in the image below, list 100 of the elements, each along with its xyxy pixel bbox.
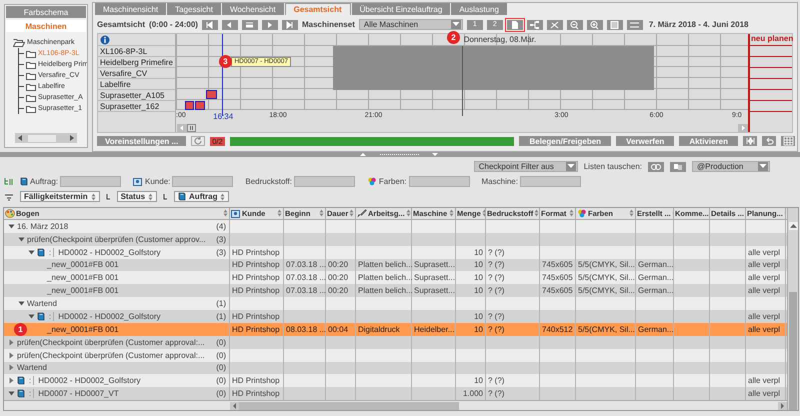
square-icon	[609, 20, 620, 30]
first-page-icon	[204, 20, 216, 30]
first-page-button[interactable]	[202, 20, 218, 30]
list-swap-icon	[672, 162, 684, 172]
checkpoint-filter-dropdown[interactable]: Checkpoint Filter aus	[474, 161, 578, 172]
document-button[interactable]	[506, 20, 523, 30]
profile-dropdown[interactable]: @Production	[692, 161, 770, 172]
field-label: Kunde:	[145, 177, 170, 186]
sort-icon	[569, 209, 574, 218]
sort-key-button[interactable]: Fälligkeitstermin	[20, 191, 100, 202]
row-label: _new_0001#FB 001	[47, 273, 120, 282]
machine-set-dropdown[interactable]: Alle Maschinen	[358, 19, 463, 30]
grid-button[interactable]	[781, 136, 795, 146]
row-label: Wartend	[17, 363, 48, 372]
refresh-button[interactable]	[191, 136, 206, 146]
palette-icon	[5, 208, 15, 218]
row-label: _new_0001#FB 001	[47, 260, 120, 270]
machine-name: Suprasetter_162	[98, 101, 175, 112]
machine-name: Suprasetter_A105	[98, 90, 175, 101]
field-label: Maschine:	[482, 177, 518, 186]
row-label: _new_0001#FB 001	[47, 324, 120, 334]
book-icon	[17, 376, 25, 386]
row-label: prüfen(Checkpoint überprüfen (Customer approval:...	[17, 338, 206, 347]
day-boundary-line	[462, 46, 463, 116]
expand-caret-icon[interactable]	[8, 377, 15, 384]
last-page-icon	[284, 20, 296, 30]
zoom-in-button[interactable]	[586, 20, 603, 30]
filter-input-field[interactable]	[520, 176, 581, 187]
separator-mark: :	[27, 389, 34, 398]
dropdown-caret-icon	[566, 162, 576, 171]
previous-button[interactable]	[222, 20, 238, 30]
row-label: HD0007 - HD0007_VT	[37, 389, 120, 398]
network-button[interactable]	[526, 20, 543, 30]
zoom-out-button[interactable]	[566, 20, 583, 30]
sort-icon	[349, 209, 354, 218]
scroll-left-icon[interactable]	[177, 124, 187, 132]
grid-icon	[782, 136, 794, 146]
scroll-right-icon	[778, 402, 787, 410]
sort-icon	[319, 209, 324, 218]
job-block[interactable]	[184, 100, 194, 110]
time-range-label: (0:00 - 24:00)	[149, 20, 198, 29]
row-label: 16. März 2018	[17, 222, 70, 231]
refresh-icon	[193, 136, 204, 146]
splitter-handle-icon[interactable]	[360, 152, 440, 157]
collapse-caret-icon[interactable]	[8, 390, 15, 398]
zoom-out-icon	[569, 20, 580, 30]
row-count: (3)	[216, 248, 227, 257]
collapse-caret-icon[interactable]	[8, 222, 15, 230]
scroll-left-icon[interactable]	[16, 134, 24, 142]
customer-card-icon	[231, 208, 241, 218]
collapse-caret-icon[interactable]	[28, 312, 35, 320]
filter-input-field[interactable]	[60, 176, 122, 187]
filter-tree-icon	[4, 177, 14, 186]
row-count: (1)	[216, 312, 227, 321]
expand-caret-icon[interactable]	[8, 364, 15, 372]
skip-button[interactable]	[743, 136, 757, 146]
scroll-thumb-icon[interactable]	[187, 124, 196, 132]
scroll-right-icon[interactable]	[68, 134, 76, 142]
job-block[interactable]	[194, 100, 206, 110]
expand-caret-icon[interactable]	[8, 352, 15, 359]
job-block[interactable]	[206, 90, 217, 99]
row-count: (0)	[216, 389, 227, 398]
field-label: Bedruckstoff:	[245, 177, 292, 186]
row-count: (4)	[216, 222, 227, 231]
field-label: Auftrag:	[30, 177, 58, 186]
filter-input-field[interactable]	[172, 176, 234, 187]
sort-key-button[interactable]: Auftrag	[174, 191, 230, 202]
undo-button[interactable]	[762, 136, 776, 146]
filter-input-field[interactable]	[408, 176, 470, 187]
collapse-caret-icon[interactable]	[18, 236, 25, 243]
row-count: (0)	[216, 338, 227, 347]
customer-card-icon	[133, 177, 144, 186]
machine-name: Heidelberg Primefire	[98, 57, 175, 68]
list-swap-button[interactable]	[670, 162, 686, 172]
sort-key-button[interactable]: Status	[116, 191, 158, 202]
collapse-caret-icon[interactable]	[18, 300, 25, 308]
calendar-icon	[244, 20, 256, 30]
crossed-link-button[interactable]	[546, 20, 563, 30]
expand-caret-icon[interactable]	[8, 338, 15, 346]
info-icon[interactable]	[100, 34, 110, 44]
row-count: (3)	[216, 234, 227, 244]
row-label: _new_0001#FB 001	[47, 286, 120, 296]
vertical-scrollbar[interactable]	[787, 208, 798, 410]
lines-button[interactable]	[626, 20, 643, 30]
callout-badge: 2	[447, 31, 460, 44]
scrollbar[interactable]	[15, 133, 77, 143]
lines-icon	[629, 20, 640, 30]
swap-lists-label: Listen tauschen:	[584, 162, 642, 171]
filter-input-field[interactable]	[294, 176, 355, 187]
square-button[interactable]	[606, 20, 623, 30]
horizontal-scrollbar[interactable]	[4, 400, 787, 410]
calendar-button[interactable]	[242, 20, 258, 30]
swap-button[interactable]	[648, 162, 664, 172]
last-page-button[interactable]	[282, 20, 298, 30]
row-label: HD0002 - HD0002_Golfstory	[57, 248, 162, 257]
sort-icon	[148, 192, 154, 200]
scroll-right-icon[interactable]	[738, 124, 748, 132]
book-icon	[17, 389, 25, 398]
next-button[interactable]	[262, 20, 278, 30]
collapse-caret-icon[interactable]	[28, 248, 35, 256]
